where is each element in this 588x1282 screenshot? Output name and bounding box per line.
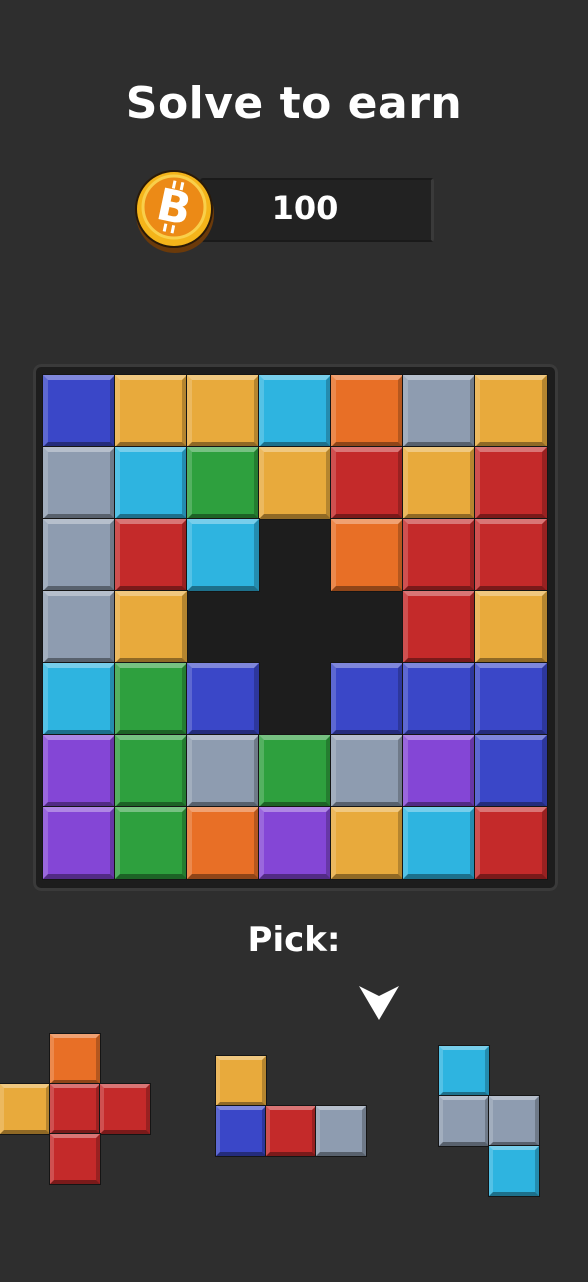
- board-cell-yellow[interactable]: [474, 374, 548, 448]
- board-cell-cyan[interactable]: [258, 374, 332, 448]
- board-cell-red[interactable]: [330, 446, 404, 520]
- board-cell-red[interactable]: [474, 518, 548, 592]
- board-cell-green[interactable]: [114, 806, 188, 880]
- board-cell-blue[interactable]: [474, 662, 548, 736]
- board-cell-green[interactable]: [114, 734, 188, 808]
- board-cell-green[interactable]: [186, 446, 260, 520]
- piece-block-red: [265, 1105, 317, 1157]
- piece-block-cyan: [438, 1045, 490, 1097]
- board-cell-blue[interactable]: [330, 662, 404, 736]
- piece-block-blue: [215, 1105, 267, 1157]
- board-cell-purple[interactable]: [258, 806, 332, 880]
- board-cell-gray[interactable]: [42, 518, 116, 592]
- board-cell-gray[interactable]: [330, 734, 404, 808]
- board-cell-purple[interactable]: [42, 806, 116, 880]
- board-cell-orange[interactable]: [330, 518, 404, 592]
- puzzle-board[interactable]: [33, 364, 558, 891]
- board-cell-cyan[interactable]: [186, 518, 260, 592]
- board-cell-red[interactable]: [474, 446, 548, 520]
- piece-1[interactable]: [0, 1033, 151, 1185]
- board-cell-gray[interactable]: [42, 590, 116, 664]
- board-cell-yellow[interactable]: [474, 590, 548, 664]
- board-cell-cyan[interactable]: [402, 806, 476, 880]
- board-cell-yellow[interactable]: [330, 806, 404, 880]
- board-cell-yellow[interactable]: [258, 446, 332, 520]
- board-cell-green[interactable]: [114, 662, 188, 736]
- piece-block-cyan: [488, 1145, 540, 1197]
- board-cell-red[interactable]: [402, 590, 476, 664]
- piece-block-yellow: [0, 1083, 51, 1135]
- piece-3[interactable]: [438, 1045, 540, 1197]
- piece-block-orange: [49, 1033, 101, 1085]
- piece-block-red: [99, 1083, 151, 1135]
- board-cell-cyan[interactable]: [114, 446, 188, 520]
- board-cell-red[interactable]: [114, 518, 188, 592]
- pick-label: Pick:: [247, 920, 341, 960]
- down-arrow-icon: [359, 986, 399, 1020]
- piece-2[interactable]: [215, 1055, 367, 1157]
- piece-block-gray: [315, 1105, 367, 1157]
- board-cell-orange[interactable]: [186, 806, 260, 880]
- piece-block-red: [49, 1083, 101, 1135]
- board-cell-yellow[interactable]: [114, 590, 188, 664]
- piece-block-yellow: [215, 1055, 267, 1107]
- board-cell-yellow[interactable]: [114, 374, 188, 448]
- board-cell-purple[interactable]: [402, 734, 476, 808]
- board-cell-yellow[interactable]: [402, 446, 476, 520]
- board-cell-cyan[interactable]: [42, 662, 116, 736]
- board-cell-orange[interactable]: [330, 374, 404, 448]
- board-cell-gray[interactable]: [186, 734, 260, 808]
- board-cell-blue[interactable]: [474, 734, 548, 808]
- piece-block-gray: [438, 1095, 490, 1147]
- board-cell-blue[interactable]: [186, 662, 260, 736]
- page-title: Solve to earn: [125, 78, 463, 129]
- board-cell-red[interactable]: [474, 806, 548, 880]
- board-cell-purple[interactable]: [42, 734, 116, 808]
- board-cell-gray[interactable]: [402, 374, 476, 448]
- bitcoin-icon: B: [135, 170, 214, 253]
- piece-block-gray: [488, 1095, 540, 1147]
- board-cell-yellow[interactable]: [186, 374, 260, 448]
- board-cell-blue[interactable]: [402, 662, 476, 736]
- piece-block-red: [49, 1133, 101, 1185]
- coin-balance-value: 100: [271, 189, 339, 227]
- board-cell-green[interactable]: [258, 734, 332, 808]
- board-cell-gray[interactable]: [42, 446, 116, 520]
- board-cell-red[interactable]: [402, 518, 476, 592]
- board-cell-blue[interactable]: [42, 374, 116, 448]
